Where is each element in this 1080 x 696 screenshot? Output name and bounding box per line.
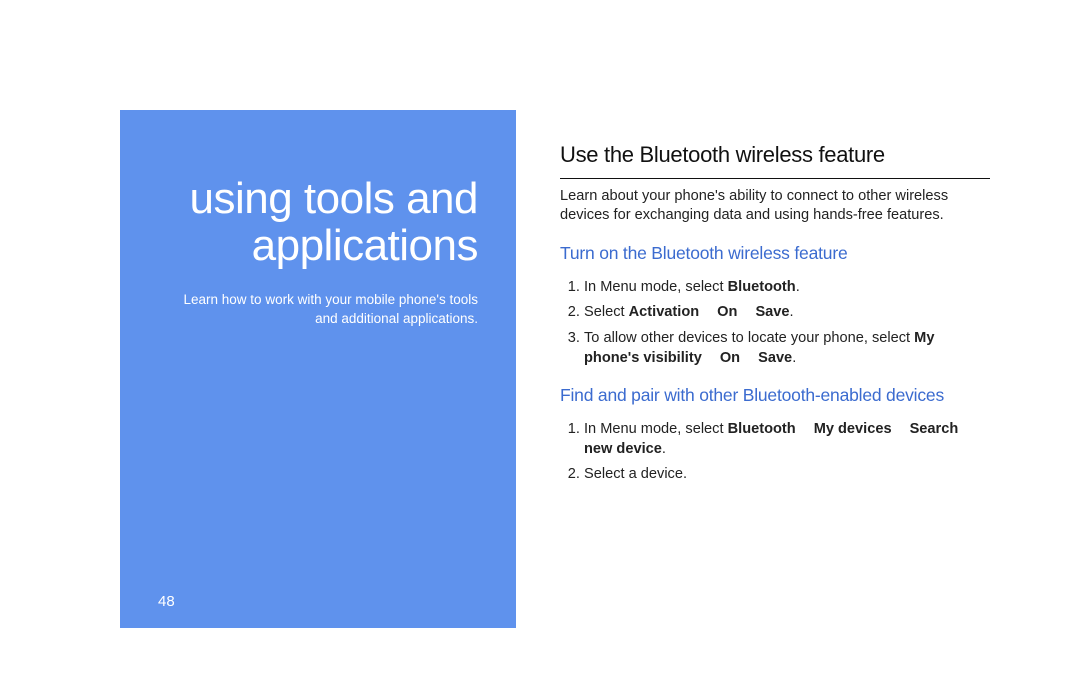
step: In Menu mode, select Bluetooth.: [584, 278, 990, 298]
manual-page: using tools and applications Learn how t…: [0, 0, 1080, 696]
chapter-panel: using tools and applications Learn how t…: [120, 110, 516, 628]
steps-turn-on: In Menu mode, select Bluetooth. Select A…: [560, 278, 990, 369]
section-intro: Learn about your phone's ability to conn…: [560, 187, 990, 226]
subsection-find-pair: Find and pair with other Bluetooth-enabl…: [560, 384, 990, 408]
steps-find-pair: In Menu mode, select BluetoothMy devices…: [560, 420, 990, 485]
step: To allow other devices to locate your ph…: [584, 329, 990, 368]
chapter-title-line2: applications: [252, 221, 478, 270]
step: In Menu mode, select BluetoothMy devices…: [584, 420, 990, 459]
chapter-title: using tools and applications: [190, 176, 479, 269]
heading-rule: [560, 178, 990, 179]
step: Select ActivationOnSave.: [584, 303, 990, 323]
chapter-subtitle: Learn how to work with your mobile phone…: [184, 291, 478, 328]
content-column: Use the Bluetooth wireless feature Learn…: [560, 110, 990, 626]
section-heading: Use the Bluetooth wireless feature: [560, 140, 990, 170]
chapter-subtitle-line1: Learn how to work with your mobile phone…: [184, 292, 478, 307]
subsection-turn-on: Turn on the Bluetooth wireless feature: [560, 242, 990, 266]
step: Select a device.: [584, 465, 990, 485]
chapter-title-line1: using tools and: [190, 174, 479, 223]
chapter-subtitle-line2: and additional applications.: [315, 311, 478, 326]
page-number: 48: [158, 593, 175, 610]
